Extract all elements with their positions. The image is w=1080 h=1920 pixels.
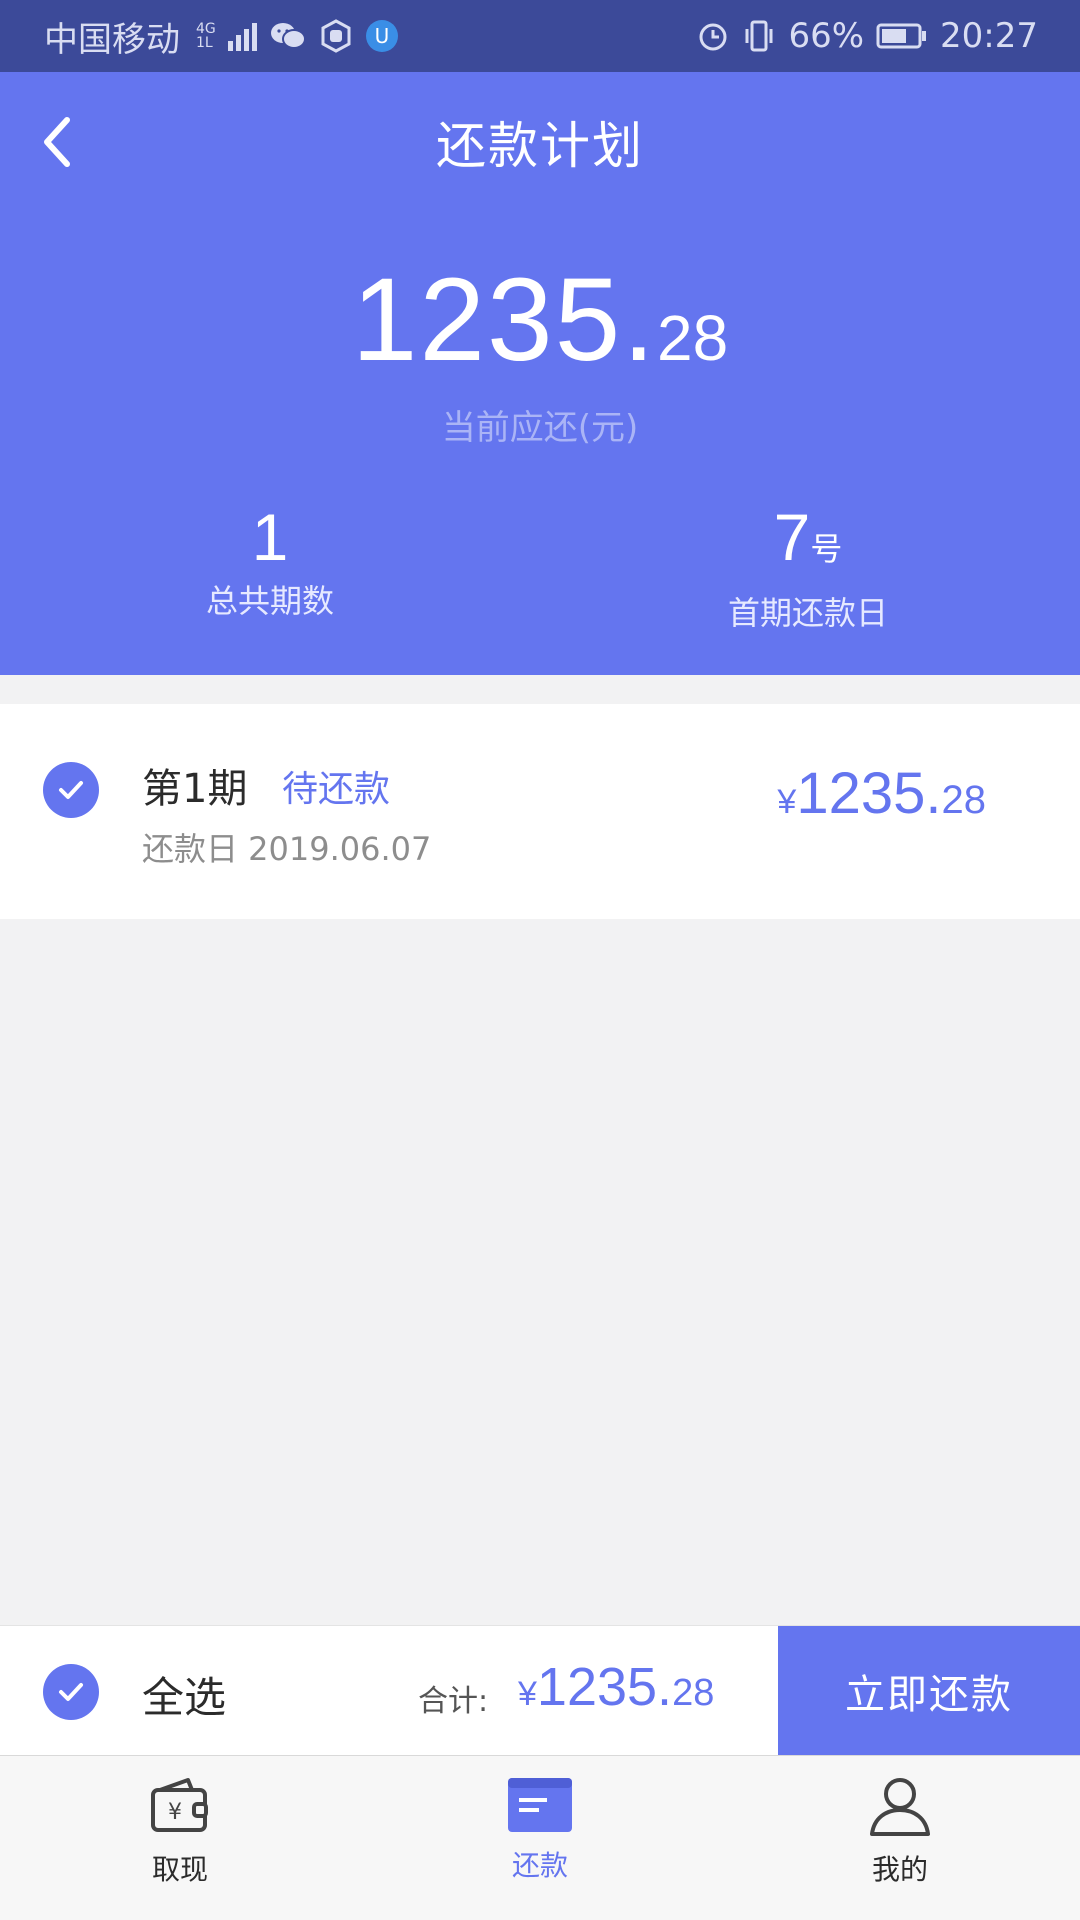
status-right: 66% 20:27 (696, 16, 1038, 56)
svg-text:U: U (374, 24, 389, 48)
status-bar: 中国移动 4G 1L U 66% 20:27 (0, 0, 1080, 72)
tab-withdraw-label: 取现 (151, 1853, 208, 1886)
wallet-icon: ¥ (151, 1778, 208, 1832)
signal-icon (227, 21, 257, 51)
svg-text:¥: ¥ (168, 1800, 182, 1825)
first-due-day: 7号 首期还款日 (658, 502, 958, 634)
tab-mine-label: 我的 (871, 1853, 928, 1886)
clock: 20:27 (940, 16, 1038, 56)
check-icon (59, 1683, 83, 1701)
first-due-day-value: 7号 (773, 500, 843, 574)
installment-checkbox[interactable] (43, 762, 99, 818)
total-periods: 1 总共期数 (120, 502, 420, 622)
battery-percent: 66% (788, 16, 865, 56)
first-due-day-label: 首期还款日 (727, 594, 888, 632)
bill-icon (508, 1778, 572, 1832)
installment-amount: ¥1235.28 (777, 761, 986, 826)
installment-status: 待还款 (282, 769, 391, 810)
select-all-checkbox[interactable] (43, 1664, 99, 1720)
tab-repay[interactable]: 还款 (460, 1774, 620, 1884)
total-amount: ¥1235.28 (518, 1657, 715, 1717)
alarm-icon (696, 19, 730, 53)
tab-mine[interactable]: 我的 (820, 1774, 980, 1888)
app-icon: U (365, 19, 399, 53)
installment-date: 还款日 2019.06.07 (142, 830, 432, 868)
tab-bar: ¥ 取现 还款 我的 (0, 1755, 1080, 1920)
current-due-label: 当前应还(元) (441, 408, 639, 448)
battery-icon (876, 22, 928, 50)
carrier-name: 中国移动 (44, 19, 180, 60)
wechat-icon (269, 20, 307, 52)
status-left: 中国移动 4G 1L U (44, 12, 399, 61)
tab-withdraw[interactable]: ¥ 取现 (100, 1774, 260, 1888)
select-all-label[interactable]: 全选 (142, 1664, 226, 1725)
tab-repay-label: 还款 (511, 1849, 568, 1882)
total-periods-label: 总共期数 (205, 582, 334, 620)
page-title: 还款计划 (436, 117, 644, 175)
user-icon (870, 1778, 930, 1836)
summary-header: 还款计划 1235.28 当前应还(元) 1 总共期数 7号 首期还款日 (0, 72, 1080, 675)
total-periods-value: 1 (251, 500, 289, 574)
vibrate-icon (742, 19, 776, 53)
current-due-amount: 1235.28 (351, 254, 729, 386)
total-label: 合计: (418, 1684, 489, 1719)
hand-icon (319, 19, 353, 53)
network-type: 4G 1L (196, 21, 216, 51)
action-bar: 全选 合计: ¥1235.28 立即还款 (0, 1625, 1080, 1770)
pay-now-button[interactable]: 立即还款 (778, 1626, 1080, 1770)
check-icon (59, 781, 83, 799)
installment-title: 第1期 (142, 766, 248, 812)
installment-row[interactable]: 第1期 待还款 还款日 2019.06.07 ¥1235.28 (0, 704, 1080, 919)
